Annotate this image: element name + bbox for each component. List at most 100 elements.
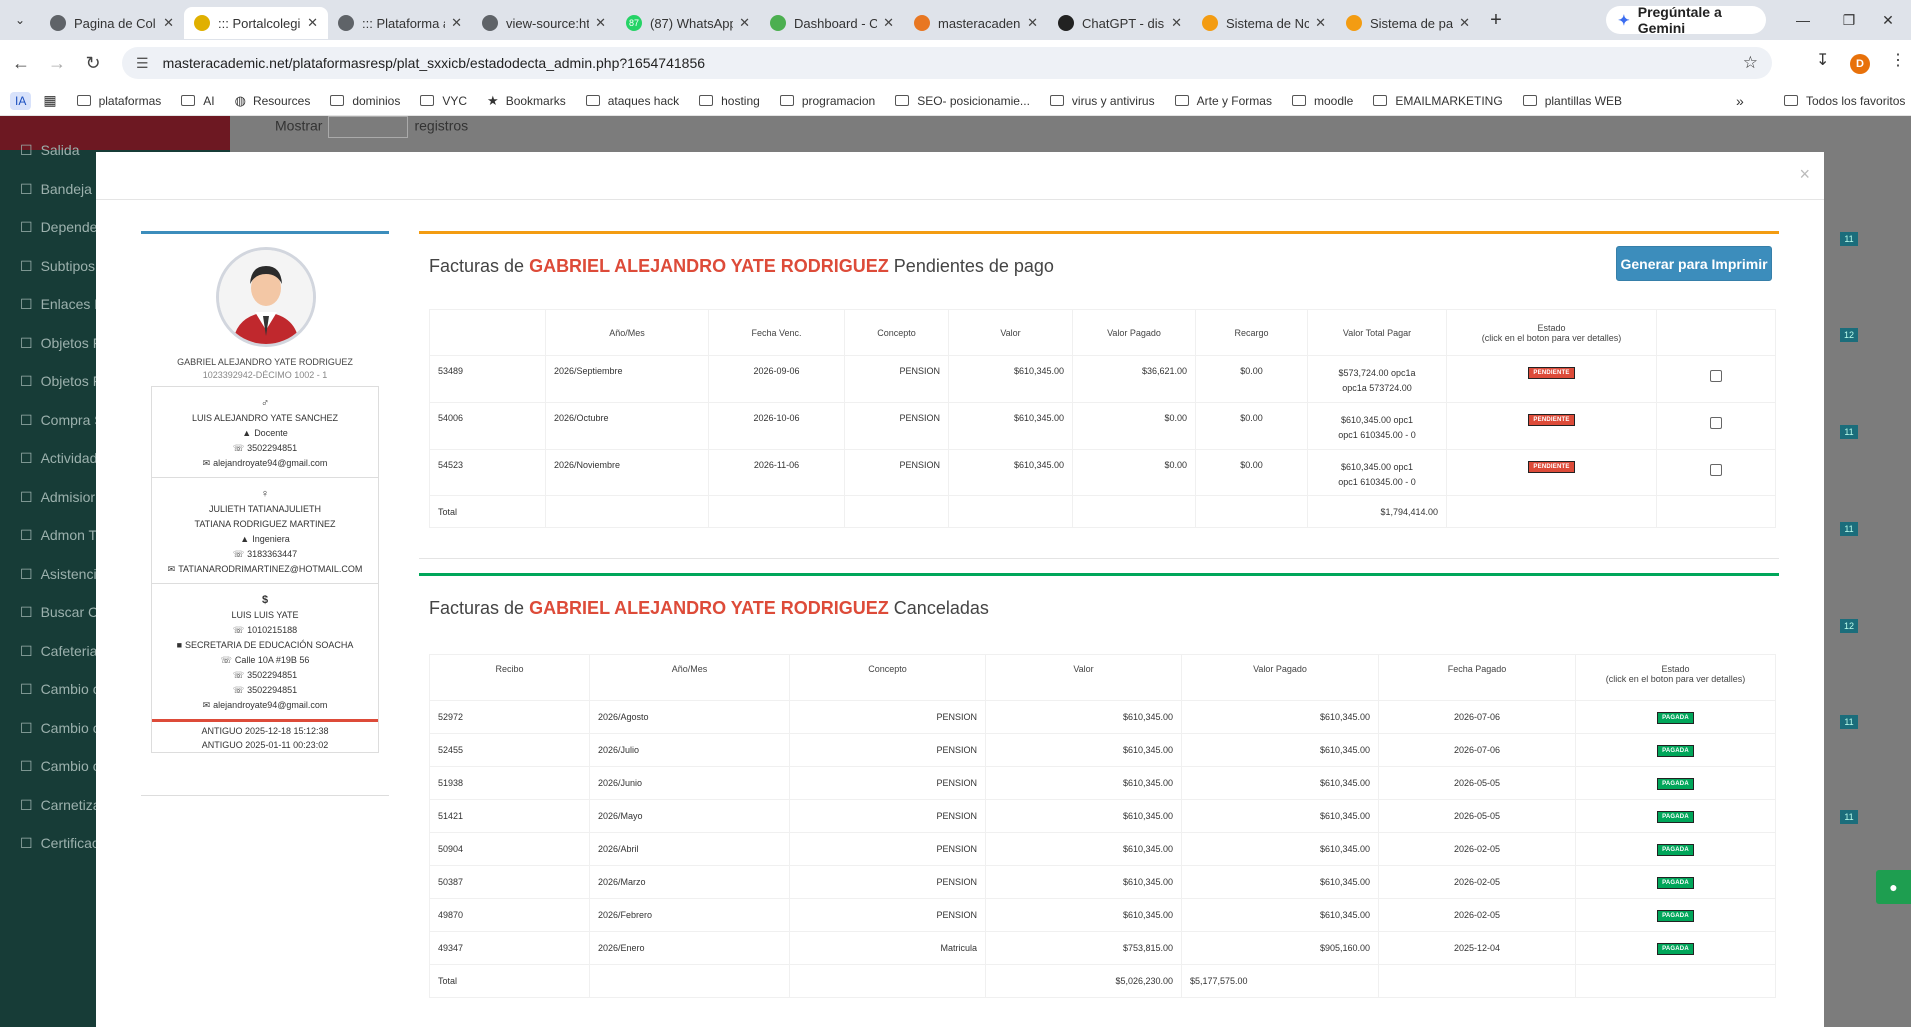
empty-cell bbox=[708, 495, 845, 528]
bookmark-folder[interactable]: plantillas WEB bbox=[1522, 93, 1622, 109]
profile-avatar[interactable]: D bbox=[1850, 54, 1870, 74]
browser-tab[interactable]: Sistema de pa ✕ bbox=[1336, 7, 1480, 39]
sidebar-item[interactable]: ☐ Cambio c bbox=[20, 720, 100, 737]
tab-close-icon[interactable]: ✕ bbox=[1315, 15, 1326, 31]
select-invoice-checkbox[interactable] bbox=[1710, 464, 1722, 476]
sidebar-item[interactable]: ☐ Objetos F bbox=[20, 373, 101, 390]
sidebar-item[interactable]: ☐ Subtipos bbox=[20, 258, 95, 275]
select-invoice-checkbox[interactable] bbox=[1710, 370, 1722, 382]
new-tab-plus-icon[interactable]: + bbox=[1480, 9, 1512, 32]
browser-tab[interactable]: masteracaden ✕ bbox=[904, 7, 1048, 39]
tab-close-icon[interactable]: ✕ bbox=[307, 15, 318, 31]
status-pendiente-button[interactable]: PENDIENTE bbox=[1528, 367, 1575, 379]
user-float-button[interactable]: ● bbox=[1876, 870, 1911, 904]
forward-arrow-icon[interactable]: → bbox=[42, 53, 72, 74]
bookmark-folder[interactable]: SEO- posicionamie... bbox=[895, 93, 1030, 109]
tab-close-icon[interactable]: ✕ bbox=[1459, 15, 1470, 31]
minimize-icon[interactable]: — bbox=[1780, 0, 1826, 40]
sidebar-item[interactable]: ☐ Asistencia bbox=[20, 566, 104, 583]
sidebar-item[interactable]: ☐ Cambio c bbox=[20, 758, 100, 775]
apps-grid-icon[interactable]: ▦ bbox=[43, 92, 56, 109]
browser-tab[interactable]: 87 (87) WhatsApp ✕ bbox=[616, 7, 760, 39]
sidebar-item[interactable]: ☐ Buscar C bbox=[20, 604, 98, 621]
select-invoice-checkbox[interactable] bbox=[1710, 417, 1722, 429]
browser-tab[interactable]: ::: Plataforma a ✕ bbox=[328, 7, 472, 39]
sidebar-item[interactable]: ☐ Cafeteria bbox=[20, 643, 97, 660]
page-size-select[interactable] bbox=[328, 116, 409, 138]
browser-tab[interactable]: view-source:ht ✕ bbox=[472, 7, 616, 39]
gemini-button[interactable]: ✦ Pregúntale a Gemini bbox=[1606, 4, 1766, 36]
bookmark-folder[interactable]: virus y antivirus bbox=[1049, 93, 1155, 109]
contact-phone: ☏ 3502294851 bbox=[156, 441, 374, 456]
graduation-cap-icon: ▲ bbox=[240, 534, 250, 544]
tab-favicon-icon bbox=[50, 15, 66, 31]
menu-kebab-icon[interactable]: ⋮ bbox=[1890, 50, 1906, 70]
status-pagada-button[interactable]: PAGADA bbox=[1657, 843, 1694, 856]
tab-close-icon[interactable]: ✕ bbox=[883, 15, 894, 31]
browser-tab[interactable]: Sistema de Nc ✕ bbox=[1192, 7, 1336, 39]
site-info-icon[interactable]: ☰ bbox=[136, 55, 149, 72]
back-arrow-icon[interactable]: ← bbox=[6, 53, 36, 74]
status-pagada-button[interactable]: PAGADA bbox=[1657, 876, 1694, 889]
bookmark-ia[interactable]: IA bbox=[10, 91, 32, 110]
bookmark-folder[interactable]: VYC bbox=[420, 93, 467, 109]
bookmark-star-icon[interactable]: ☆ bbox=[1743, 53, 1758, 73]
status-pagada-button[interactable]: PAGADA bbox=[1657, 777, 1694, 790]
status-pagada-button[interactable]: PAGADA bbox=[1657, 810, 1694, 823]
sidebar-item[interactable]: ☐ Depende bbox=[20, 219, 97, 236]
close-window-icon[interactable]: ✕ bbox=[1865, 0, 1911, 40]
bookmark-folder[interactable]: hosting bbox=[699, 93, 760, 109]
status-pagada-button[interactable]: PAGADA bbox=[1657, 744, 1694, 757]
browser-tab[interactable]: ChatGPT - dis ✕ bbox=[1048, 7, 1192, 39]
tab-close-icon[interactable]: ✕ bbox=[739, 15, 750, 31]
sidebar-item[interactable]: ☐ Cambio c bbox=[20, 681, 100, 698]
status-pendiente-button[interactable]: PENDIENTE bbox=[1528, 461, 1575, 473]
bookmark-folder[interactable]: AI bbox=[181, 93, 215, 109]
bookmark-folder[interactable]: EMAILMARKETING bbox=[1373, 93, 1503, 109]
tab-close-icon[interactable]: ✕ bbox=[163, 15, 174, 31]
tab-close-icon[interactable]: ✕ bbox=[595, 15, 606, 31]
bookmark-folder[interactable]: dominios bbox=[330, 93, 400, 109]
sidebar-item[interactable]: ☐ Compra S bbox=[20, 412, 104, 429]
menu-item-icon: ☐ bbox=[20, 296, 33, 312]
all-bookmarks-folder[interactable]: Todos los favoritos bbox=[1784, 94, 1905, 108]
reload-icon[interactable]: ↻ bbox=[78, 53, 108, 74]
sidebar-item[interactable]: ☐ Admisior bbox=[20, 489, 95, 506]
sidebar-item-label: Asistencia bbox=[40, 565, 105, 582]
bookmark-folder[interactable]: Arte y Formas bbox=[1174, 93, 1272, 109]
bookmark-folder[interactable]: moodle bbox=[1291, 93, 1353, 109]
status-pagada-button[interactable]: PAGADA bbox=[1657, 909, 1694, 922]
tab-close-icon[interactable]: ✕ bbox=[451, 15, 462, 31]
bookmark-folder[interactable]: programacion bbox=[779, 93, 875, 109]
sidebar-item[interactable]: ☐ Enlaces D bbox=[20, 296, 104, 313]
sidebar-item[interactable]: ☐ Salida bbox=[20, 142, 79, 159]
status-pagada-button[interactable]: PAGADA bbox=[1657, 942, 1694, 955]
cell-pagado: $610,345.00 bbox=[1181, 865, 1379, 899]
browser-tab[interactable]: Pagina de Col ✕ bbox=[40, 7, 184, 39]
column-header bbox=[429, 309, 546, 356]
tab-close-icon[interactable]: ✕ bbox=[1171, 15, 1182, 31]
sidebar-item[interactable]: ☐ Objetos F bbox=[20, 335, 101, 352]
modal-close-icon[interactable]: × bbox=[1799, 164, 1810, 185]
sidebar-item[interactable]: ☐ Actividad bbox=[20, 450, 97, 467]
tab-close-icon[interactable]: ✕ bbox=[1027, 15, 1038, 31]
url-omnibox[interactable]: ☰ masteracademic.net/plataformasresp/pla… bbox=[122, 47, 1772, 79]
generate-print-button[interactable]: Generar para Imprimir bbox=[1616, 246, 1772, 281]
bookmark-folder[interactable]: ataques hack bbox=[585, 93, 679, 109]
browser-tab[interactable]: ::: Portalcolegi ✕ bbox=[184, 7, 328, 39]
download-icon[interactable]: ↧ bbox=[1816, 50, 1829, 70]
cell-concepto: Matricula bbox=[789, 931, 986, 965]
sidebar-item[interactable]: ☐ Bandeja bbox=[20, 181, 92, 198]
bookmark-folder[interactable]: ★ Bookmarks bbox=[487, 93, 566, 109]
browser-tab[interactable]: Dashboard - C ✕ bbox=[760, 7, 904, 39]
bookmark-folder[interactable]: ◍ Resources bbox=[235, 93, 311, 109]
sidebar-item[interactable]: ☐ Carnetiza bbox=[20, 797, 100, 814]
gemini-label: Pregúntale a Gemini bbox=[1637, 4, 1722, 36]
sidebar-item[interactable]: ☐ Certificac bbox=[20, 835, 99, 852]
bookmarks-overflow-icon[interactable]: » bbox=[1736, 93, 1744, 109]
status-pendiente-button[interactable]: PENDIENTE bbox=[1528, 414, 1575, 426]
status-pagada-button[interactable]: PAGADA bbox=[1657, 711, 1694, 724]
sidebar-item[interactable]: ☐ Admon Ta bbox=[20, 527, 103, 544]
tab-search-chevron-icon[interactable]: ⌄ bbox=[0, 0, 40, 40]
bookmark-folder[interactable]: plataformas bbox=[76, 93, 161, 109]
